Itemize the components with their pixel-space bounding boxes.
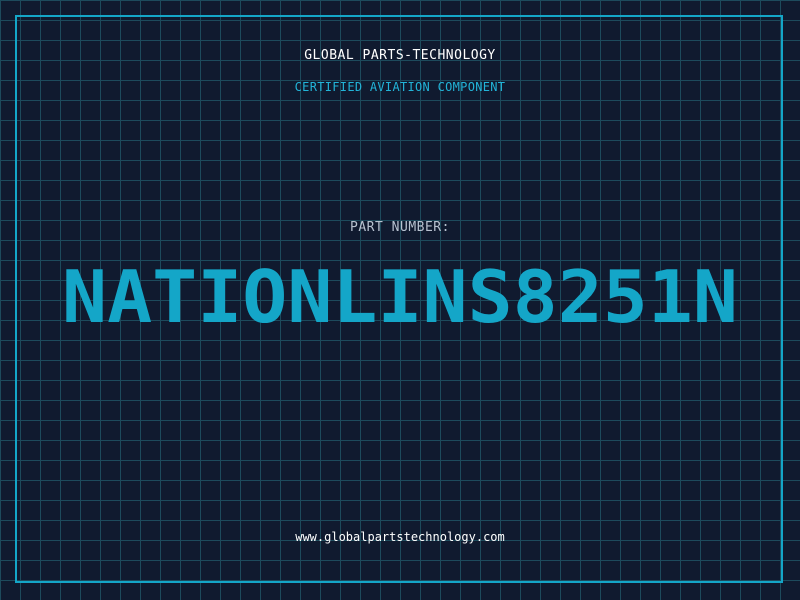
label-card: GLOBAL PARTS-TECHNOLOGY CERTIFIED AVIATI… (0, 0, 800, 600)
part-number-value: NATIONLINS8251N (62, 258, 738, 338)
certification-subtitle: CERTIFIED AVIATION COMPONENT (294, 80, 506, 94)
part-number-display: NATIONLINS8251N (0, 258, 800, 338)
website-link[interactable]: www.globalpartstechnology.com (0, 530, 800, 544)
company-name: GLOBAL PARTS-TECHNOLOGY (304, 48, 496, 63)
part-number-label: PART NUMBER: (350, 220, 450, 235)
